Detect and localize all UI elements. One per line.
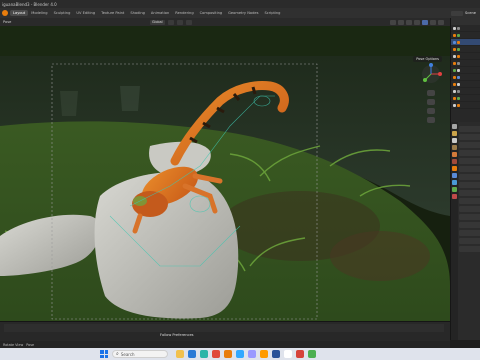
outliner-row[interactable] xyxy=(451,95,480,102)
world-tab-icon[interactable] xyxy=(452,159,457,164)
data-tab-icon[interactable] xyxy=(452,187,457,192)
tab-sculpting[interactable]: Sculpting xyxy=(51,10,74,16)
workspace-bar: Layout Modeling Sculpting UV Editing Tex… xyxy=(0,8,480,18)
outliner-row[interactable] xyxy=(451,88,480,95)
app-icon[interactable] xyxy=(272,350,280,358)
app-icon[interactable] xyxy=(296,350,304,358)
outliner-row[interactable] xyxy=(451,74,480,81)
physics-tab-icon[interactable] xyxy=(452,180,457,185)
viewport-scene xyxy=(0,26,450,321)
tab-compositing[interactable]: Compositing xyxy=(197,10,226,16)
axis-y-icon[interactable] xyxy=(423,78,427,82)
axis-z-icon[interactable] xyxy=(429,63,433,67)
timeline-track[interactable] xyxy=(4,324,444,332)
windows-taskbar: ⌕ Search xyxy=(0,348,480,360)
outliner-panel[interactable] xyxy=(450,18,480,122)
view-layer-tab-icon[interactable] xyxy=(452,145,457,150)
outliner-row[interactable] xyxy=(451,46,480,53)
tab-geometry-nodes[interactable]: Geometry Nodes xyxy=(225,10,261,16)
scene-label: Scene xyxy=(465,11,476,15)
tab-rendering[interactable]: Rendering xyxy=(172,10,196,16)
tab-shading[interactable]: Shading xyxy=(127,10,148,16)
properties-tabs xyxy=(451,122,458,340)
tab-uv-editing[interactable]: UV Editing xyxy=(73,10,98,16)
outliner-header xyxy=(451,18,480,25)
output-tab-icon[interactable] xyxy=(452,138,457,143)
premiere-icon[interactable] xyxy=(248,350,256,358)
search-icon: ⌕ xyxy=(116,351,119,357)
tab-texture-paint[interactable]: Texture Paint xyxy=(98,10,127,16)
mode-selector[interactable]: Pose xyxy=(3,20,11,24)
tab-animation[interactable]: Animation xyxy=(148,10,172,16)
scene-icon xyxy=(451,10,464,16)
outliner-row[interactable] xyxy=(451,102,480,109)
object-tab-icon[interactable] xyxy=(452,166,457,171)
snap-icon[interactable] xyxy=(176,19,183,25)
axis-x-icon[interactable] xyxy=(438,72,442,76)
transform-controls: Global xyxy=(150,19,192,25)
outliner-row[interactable] xyxy=(451,25,480,32)
photoshop-icon[interactable] xyxy=(236,350,244,358)
tool-tab-icon[interactable] xyxy=(452,124,457,129)
tab-scripting[interactable]: Scripting xyxy=(261,10,283,16)
window-title: iguanaBlend3 - Blender 4.0 xyxy=(2,1,57,7)
camera-view-icon[interactable] xyxy=(427,108,435,114)
overlay-toggle-icon[interactable] xyxy=(406,19,412,25)
visibility-icon[interactable] xyxy=(390,19,396,25)
proportional-icon[interactable] xyxy=(185,19,192,25)
edge-icon[interactable] xyxy=(188,350,196,358)
perspective-icon[interactable] xyxy=(427,117,435,123)
outliner-row[interactable] xyxy=(451,81,480,88)
taskbar-search[interactable]: ⌕ Search xyxy=(112,350,168,358)
material-tab-icon[interactable] xyxy=(452,194,457,199)
app-icon[interactable] xyxy=(308,350,316,358)
outliner-row[interactable] xyxy=(451,67,480,74)
follow-preferences-label[interactable]: Follow Preferences xyxy=(160,333,194,337)
outliner-row[interactable] xyxy=(451,53,480,60)
gizmo-toggle-icon[interactable] xyxy=(398,19,404,25)
3d-viewport[interactable]: Pose Options xyxy=(0,26,450,321)
app-icon[interactable] xyxy=(284,350,292,358)
zoom-icon[interactable] xyxy=(427,90,435,96)
blender-logo-icon[interactable] xyxy=(2,10,8,16)
outliner-row[interactable] xyxy=(451,60,480,67)
navigation-gizmo[interactable] xyxy=(416,62,446,132)
outliner-row[interactable] xyxy=(451,39,480,46)
xray-icon[interactable] xyxy=(414,19,420,25)
transform-orientation[interactable]: Global xyxy=(150,19,165,25)
viewport-header: Pose Global xyxy=(0,18,450,26)
timeline-area[interactable]: Follow Preferences xyxy=(0,321,450,341)
windows-start-icon[interactable] xyxy=(100,350,108,358)
tab-layout[interactable]: Layout xyxy=(10,10,29,16)
blender-taskbar-icon[interactable] xyxy=(224,350,232,358)
modifier-tab-icon[interactable] xyxy=(452,173,457,178)
render-tab-icon[interactable] xyxy=(452,131,457,136)
pivot-icon[interactable] xyxy=(167,19,174,25)
scene-tab-icon[interactable] xyxy=(452,152,457,157)
tab-modeling[interactable]: Modeling xyxy=(28,10,50,16)
shading-rendered-icon[interactable] xyxy=(438,19,444,25)
properties-panel[interactable] xyxy=(450,122,480,340)
shading-solid-icon[interactable] xyxy=(422,19,428,25)
shading-material-icon[interactable] xyxy=(430,19,436,25)
status-hint: Rotate View xyxy=(3,342,24,347)
status-mode: Pose xyxy=(26,342,35,347)
app-icon[interactable] xyxy=(212,350,220,358)
status-bar: Rotate View Pose xyxy=(0,341,450,348)
app-icon[interactable] xyxy=(200,350,208,358)
file-explorer-icon[interactable] xyxy=(176,350,184,358)
taskbar-apps xyxy=(176,350,316,358)
illustrator-icon[interactable] xyxy=(260,350,268,358)
outliner-row[interactable] xyxy=(451,32,480,39)
properties-content xyxy=(459,126,480,254)
scene-selector[interactable]: Scene xyxy=(451,10,480,16)
pan-icon[interactable] xyxy=(427,99,435,105)
search-label: Search xyxy=(120,351,135,357)
viewport-display-controls xyxy=(390,19,444,25)
title-bar: iguanaBlend3 - Blender 4.0 xyxy=(0,0,480,8)
